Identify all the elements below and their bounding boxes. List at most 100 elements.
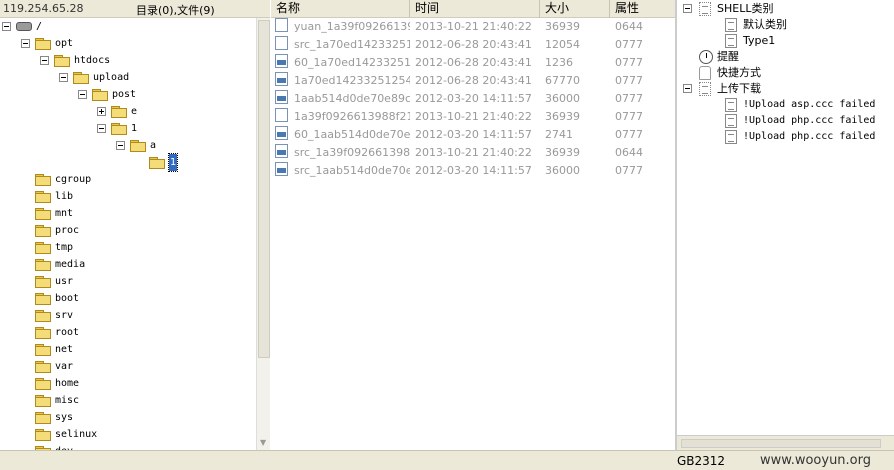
file-row[interactable]: 60_1aab514d0de70e8... 2012-03-20 14:11:57… bbox=[271, 126, 675, 144]
tree-node-label[interactable]: htdocs bbox=[74, 52, 110, 69]
tree-node[interactable]: lib bbox=[0, 188, 256, 205]
column-header-size[interactable]: 大小 bbox=[540, 0, 610, 18]
tree-node[interactable]: a bbox=[0, 137, 256, 154]
collapse-icon[interactable] bbox=[97, 124, 106, 133]
tree-node-label[interactable]: opt bbox=[55, 35, 73, 52]
scroll-down-arrow-icon[interactable]: ▼ bbox=[260, 438, 266, 447]
tree-node-label[interactable]: lib bbox=[55, 188, 73, 205]
tree-node[interactable]: home bbox=[0, 375, 256, 392]
file-row[interactable]: 1a70ed142332512547... 2012-06-28 20:43:41… bbox=[271, 72, 675, 90]
tree-node[interactable]: 1 bbox=[0, 120, 256, 137]
file-row[interactable]: src_1a39f0926613988... 2013-10-21 21:40:2… bbox=[271, 144, 675, 162]
tree-node-label[interactable]: selinux bbox=[55, 426, 97, 443]
tree-node-label[interactable]: sys bbox=[55, 409, 73, 426]
tree-node[interactable]: htdocs bbox=[0, 52, 256, 69]
tree-node[interactable]: srv bbox=[0, 307, 256, 324]
category-node-label[interactable]: !Upload php.ccc failed bbox=[743, 129, 875, 145]
tree-node-label[interactable]: mnt bbox=[55, 205, 73, 222]
collapse-icon[interactable] bbox=[683, 4, 692, 13]
tree-node[interactable]: / bbox=[0, 18, 256, 35]
tree-node[interactable]: 1 bbox=[0, 153, 256, 172]
tree-node-label[interactable]: e bbox=[131, 103, 137, 120]
category-node-label[interactable]: SHELL类别 bbox=[717, 1, 773, 17]
category-scrollbar-thumb[interactable] bbox=[681, 439, 881, 448]
column-header-name[interactable]: 名称 bbox=[271, 0, 410, 18]
category-node-label[interactable]: 默认类别 bbox=[743, 17, 787, 33]
collapse-icon[interactable] bbox=[2, 22, 11, 31]
category-node[interactable]: 快捷方式 bbox=[677, 65, 894, 81]
category-node-label[interactable]: 提醒 bbox=[717, 49, 739, 65]
collapse-icon[interactable] bbox=[116, 141, 125, 150]
tree-node[interactable]: dev bbox=[0, 443, 256, 450]
tree-node-label[interactable]: dev bbox=[55, 443, 73, 450]
tree-node[interactable]: var bbox=[0, 358, 256, 375]
encoding-indicator[interactable]: GB2312 bbox=[677, 454, 725, 468]
tree-node[interactable]: root bbox=[0, 324, 256, 341]
tree-node[interactable]: sys bbox=[0, 409, 256, 426]
category-node[interactable]: !Upload php.ccc failed bbox=[677, 129, 894, 145]
tree-node-label[interactable]: a bbox=[150, 137, 156, 154]
category-node-label[interactable]: !Upload asp.ccc failed bbox=[743, 97, 875, 113]
tree-node-label[interactable]: / bbox=[36, 18, 42, 35]
category-node[interactable]: 提醒 bbox=[677, 49, 894, 65]
file-row[interactable]: src_1aab514d0de70e... 2012-03-20 14:11:57… bbox=[271, 162, 675, 180]
file-row[interactable]: 60_1a70ed142332512... 2012-06-28 20:43:41… bbox=[271, 54, 675, 72]
collapse-icon[interactable] bbox=[59, 73, 68, 82]
tree-node-label[interactable]: usr bbox=[55, 273, 73, 290]
tree-node[interactable]: usr bbox=[0, 273, 256, 290]
category-tree-scrollbar[interactable] bbox=[677, 435, 894, 450]
tree-node-label[interactable]: post bbox=[112, 86, 136, 103]
tree-node[interactable]: e bbox=[0, 103, 256, 120]
tree-scrollbar[interactable]: ▼ bbox=[256, 18, 270, 450]
file-row[interactable]: yuan_1a39f09266139... 2013-10-21 21:40:22… bbox=[271, 18, 675, 36]
tree-node[interactable]: boot bbox=[0, 290, 256, 307]
tree-node[interactable]: mnt bbox=[0, 205, 256, 222]
tree-node-label[interactable]: srv bbox=[55, 307, 73, 324]
collapse-icon[interactable] bbox=[40, 56, 49, 65]
tree-node[interactable]: selinux bbox=[0, 426, 256, 443]
tree-node-label[interactable]: 1 bbox=[167, 153, 179, 172]
tree-node-label[interactable]: cgroup bbox=[55, 171, 91, 188]
category-node[interactable]: 上传下载 bbox=[677, 81, 894, 97]
tree-node-label[interactable]: tmp bbox=[55, 239, 73, 256]
tree-node-label[interactable]: home bbox=[55, 375, 79, 392]
tree-node[interactable]: media bbox=[0, 256, 256, 273]
column-header-time[interactable]: 时间 bbox=[410, 0, 540, 18]
category-node[interactable]: Type1 bbox=[677, 33, 894, 49]
category-node-label[interactable]: 上传下载 bbox=[717, 81, 761, 97]
tree-node[interactable]: cgroup bbox=[0, 171, 256, 188]
file-permission: 0777 bbox=[615, 38, 643, 51]
tree-node-label[interactable]: media bbox=[55, 256, 85, 273]
tree-node-label[interactable]: boot bbox=[55, 290, 79, 307]
tree-node-label[interactable]: misc bbox=[55, 392, 79, 409]
category-node-label[interactable]: !Upload php.ccc failed bbox=[743, 113, 875, 129]
category-node-label[interactable]: Type1 bbox=[743, 33, 775, 49]
tree-node[interactable]: misc bbox=[0, 392, 256, 409]
column-header-permission[interactable]: 属性 bbox=[610, 0, 670, 18]
tree-node[interactable]: opt bbox=[0, 35, 256, 52]
category-node-label[interactable]: 快捷方式 bbox=[717, 65, 761, 81]
category-node[interactable]: !Upload asp.ccc failed bbox=[677, 97, 894, 113]
file-row[interactable]: src_1a70ed14233251... 2012-06-28 20:43:41… bbox=[271, 36, 675, 54]
tree-node-label[interactable]: root bbox=[55, 324, 79, 341]
tree-node-label[interactable]: var bbox=[55, 358, 73, 375]
tree-node[interactable]: proc bbox=[0, 222, 256, 239]
file-row[interactable]: 1a39f0926613988f21... 2013-10-21 21:40:22… bbox=[271, 108, 675, 126]
file-row[interactable]: 1aab514d0de70e89cc... 2012-03-20 14:11:57… bbox=[271, 90, 675, 108]
tree-node-label[interactable]: proc bbox=[55, 222, 79, 239]
collapse-icon[interactable] bbox=[78, 90, 87, 99]
expand-icon[interactable] bbox=[97, 107, 106, 116]
collapse-icon[interactable] bbox=[21, 39, 30, 48]
tree-node-label[interactable]: 1 bbox=[131, 120, 137, 137]
tree-node[interactable]: upload bbox=[0, 69, 256, 86]
tree-node[interactable]: tmp bbox=[0, 239, 256, 256]
tree-node-label[interactable]: net bbox=[55, 341, 73, 358]
category-node[interactable]: 默认类别 bbox=[677, 17, 894, 33]
category-node[interactable]: !Upload php.ccc failed bbox=[677, 113, 894, 129]
tree-node-label[interactable]: upload bbox=[93, 69, 129, 86]
tree-node[interactable]: post bbox=[0, 86, 256, 103]
tree-scrollbar-thumb[interactable] bbox=[258, 20, 270, 358]
tree-node[interactable]: net bbox=[0, 341, 256, 358]
collapse-icon[interactable] bbox=[683, 84, 692, 93]
category-node[interactable]: SHELL类别 bbox=[677, 1, 894, 17]
